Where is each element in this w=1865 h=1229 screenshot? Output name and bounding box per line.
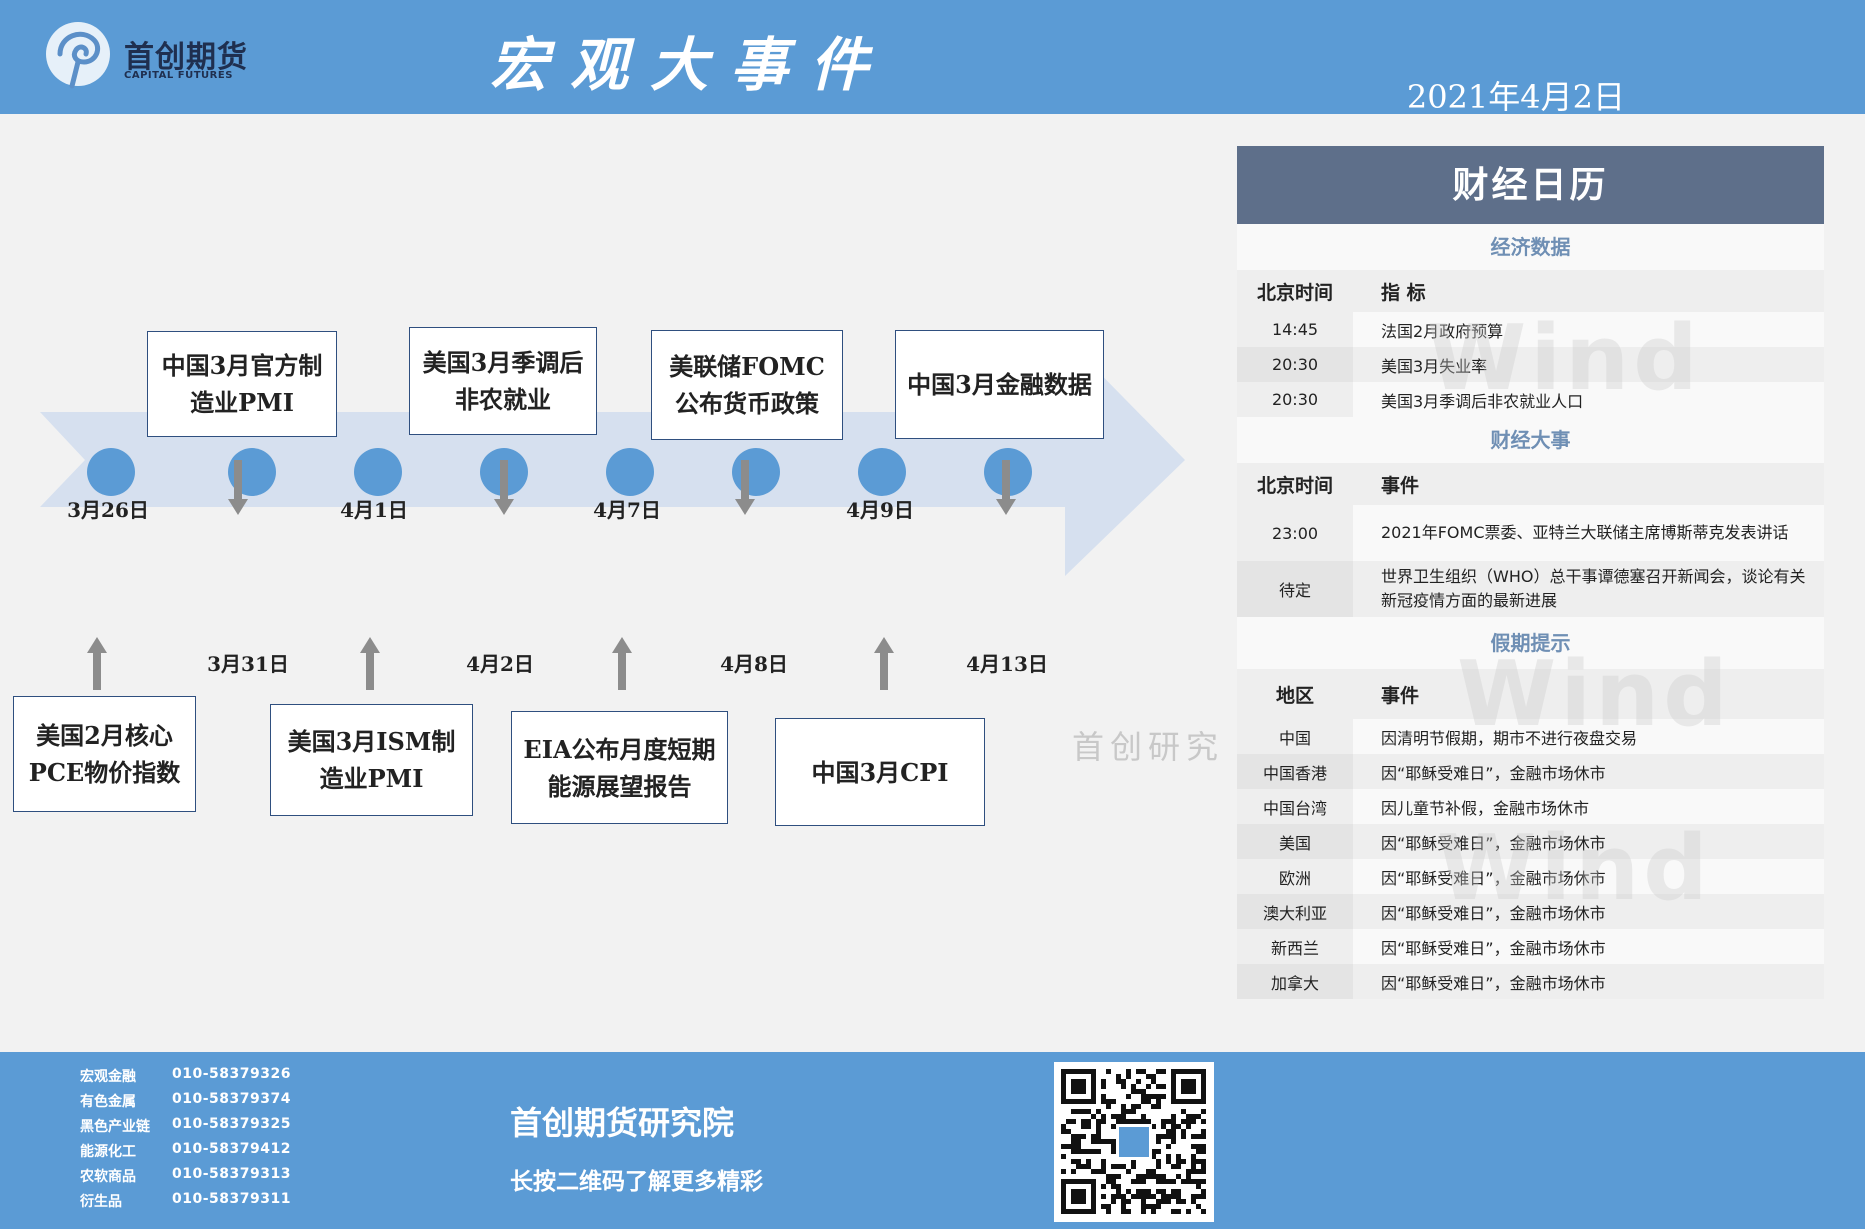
contact-phone[interactable]: 010-58379311	[172, 1191, 291, 1216]
header-banner: 首创期货 CAPITAL FUTURES 宏观大事件 2021年4月2日	[0, 0, 1865, 116]
table-row: 23:00 2021年FOMC票委、亚特兰大联储主席博斯蒂克发表讲话	[1237, 505, 1824, 561]
contact-department: 农软商品	[80, 1169, 136, 1185]
event-box: 美国2月核心PCE物价指数	[13, 696, 196, 812]
event-box: 美联储FOMC公布货币政策	[651, 330, 843, 440]
time-cell: 23:00	[1237, 505, 1353, 561]
col-beijing-time: 北京时间	[1237, 463, 1353, 505]
event-box: 美国3月季调后非农就业	[409, 327, 597, 435]
region-cell: 中国	[1237, 719, 1353, 754]
report-date: 2021年4月2日	[1406, 78, 1625, 116]
contact-phone[interactable]: 010-58379313	[172, 1166, 291, 1191]
time-cell: 20:30	[1237, 382, 1353, 417]
time-cell: 20:30	[1237, 347, 1353, 382]
logo-text-en: CAPITAL FUTURES	[124, 70, 233, 81]
event-box: 中国3月CPI	[775, 718, 985, 826]
contact-item: 有色金属 010-58379374	[80, 1091, 291, 1116]
timeline-date: 4月13日	[966, 652, 1048, 676]
timeline-date: 4月9日	[846, 498, 914, 522]
watermark-wind: Wind	[1427, 306, 1702, 411]
region-cell: 加拿大	[1237, 964, 1353, 999]
contact-department: 黑色产业链	[80, 1119, 150, 1135]
timeline-date: 4月8日	[720, 652, 788, 676]
events-header-row: 北京时间 事件	[1237, 463, 1824, 505]
calendar-title: 财经日历	[1237, 146, 1824, 224]
timeline-date: 3月31日	[207, 652, 289, 676]
time-cell: 14:45	[1237, 312, 1353, 347]
contact-phone[interactable]: 010-58379374	[172, 1091, 291, 1116]
timeline-date: 4月2日	[466, 652, 534, 676]
timeline-date: 3月26日	[67, 498, 149, 522]
contact-item: 能源化工 010-58379412	[80, 1141, 291, 1166]
watermark-shouchuang: 首创研究	[1072, 728, 1225, 766]
arrow-up-icon	[874, 637, 894, 690]
table-row: 中国香港 因“耶稣受难日”，金融市场休市	[1237, 754, 1824, 789]
event-box: 中国3月金融数据	[895, 330, 1104, 439]
footer-banner: 宏观金融 010-58379326 有色金属 010-58379374 黑色产业链 010…	[0, 1052, 1865, 1229]
contact-phone[interactable]: 010-58379326	[172, 1066, 291, 1091]
event-box: EIA公布月度短期能源展望报告	[511, 711, 728, 824]
contact-item: 衍生品 010-58379311	[80, 1191, 291, 1216]
contact-list: 宏观金融 010-58379326 有色金属 010-58379374 黑色产业链 010…	[80, 1066, 291, 1216]
event-cell: 因“耶稣受难日”，金融市场休市	[1353, 929, 1824, 964]
timeline-node	[606, 448, 654, 496]
region-cell: 美国	[1237, 824, 1353, 859]
event-cell: 因“耶稣受难日”，金融市场休市	[1353, 964, 1824, 999]
table-row: 新西兰 因“耶稣受难日”，金融市场休市	[1237, 929, 1824, 964]
timeline-node	[858, 448, 906, 496]
section-economic-data: 经济数据	[1237, 224, 1824, 270]
qr-slogan: 长按二维码了解更多精彩	[510, 1169, 763, 1195]
page-title: 宏观大事件	[490, 31, 891, 99]
timeline-node	[87, 448, 135, 496]
institute-name: 首创期货研究院	[510, 1104, 735, 1142]
contact-department: 衍生品	[80, 1194, 122, 1210]
contact-item: 宏观金融 010-58379326	[80, 1066, 291, 1091]
contact-phone[interactable]: 010-58379325	[172, 1116, 291, 1141]
col-event: 事件	[1353, 463, 1824, 505]
col-beijing-time: 北京时间	[1237, 270, 1353, 312]
contact-department: 有色金属	[80, 1094, 136, 1110]
qr-code-icon[interactable]	[1054, 1062, 1214, 1222]
timeline-node	[732, 448, 780, 496]
event-cell: 2021年FOMC票委、亚特兰大联储主席博斯蒂克发表讲话	[1353, 505, 1824, 561]
timeline-date: 4月1日	[340, 498, 408, 522]
table-row: 加拿大 因“耶稣受难日”，金融市场休市	[1237, 964, 1824, 999]
contact-department: 能源化工	[80, 1144, 136, 1160]
table-row: 待定 世界卫生组织（WHO）总干事谭德塞召开新闻会，谈论有关新冠疫情方面的最新进展	[1237, 561, 1824, 617]
region-cell: 中国香港	[1237, 754, 1353, 789]
watermark-wind: Wind	[1457, 642, 1732, 747]
contact-phone[interactable]: 010-58379412	[172, 1141, 291, 1166]
region-cell: 中国台湾	[1237, 789, 1353, 824]
finance-calendar-panel: 财经日历 经济数据 北京时间 指 标 14:45 法国2月政府预算 20:30 美国3…	[1237, 146, 1824, 999]
company-logo[interactable]: 首创期货 CAPITAL FUTURES	[42, 14, 262, 94]
time-cell: 待定	[1237, 561, 1353, 617]
region-cell: 澳大利亚	[1237, 894, 1353, 929]
region-cell: 新西兰	[1237, 929, 1353, 964]
event-box: 美国3月ISM制造业PMI	[270, 704, 473, 816]
section-finance-events: 财经大事	[1237, 417, 1824, 463]
contact-department: 宏观金融	[80, 1069, 136, 1085]
timeline-date: 4月7日	[593, 498, 661, 522]
arrow-up-icon	[360, 637, 380, 690]
contact-item: 农软商品 010-58379313	[80, 1166, 291, 1191]
region-cell: 欧洲	[1237, 859, 1353, 894]
capital-futures-logo-icon	[46, 22, 110, 89]
watermark-wind: Wind	[1437, 816, 1712, 921]
arrow-up-icon	[612, 637, 632, 690]
arrow-up-icon	[87, 637, 107, 690]
timeline-node	[354, 448, 402, 496]
col-region: 地区	[1237, 669, 1353, 719]
event-box: 中国3月官方制造业PMI	[147, 331, 337, 437]
event-cell: 世界卫生组织（WHO）总干事谭德塞召开新闻会，谈论有关新冠疫情方面的最新进展	[1353, 561, 1824, 617]
event-cell: 因“耶稣受难日”，金融市场休市	[1353, 754, 1824, 789]
contact-item: 黑色产业链 010-58379325	[80, 1116, 291, 1141]
